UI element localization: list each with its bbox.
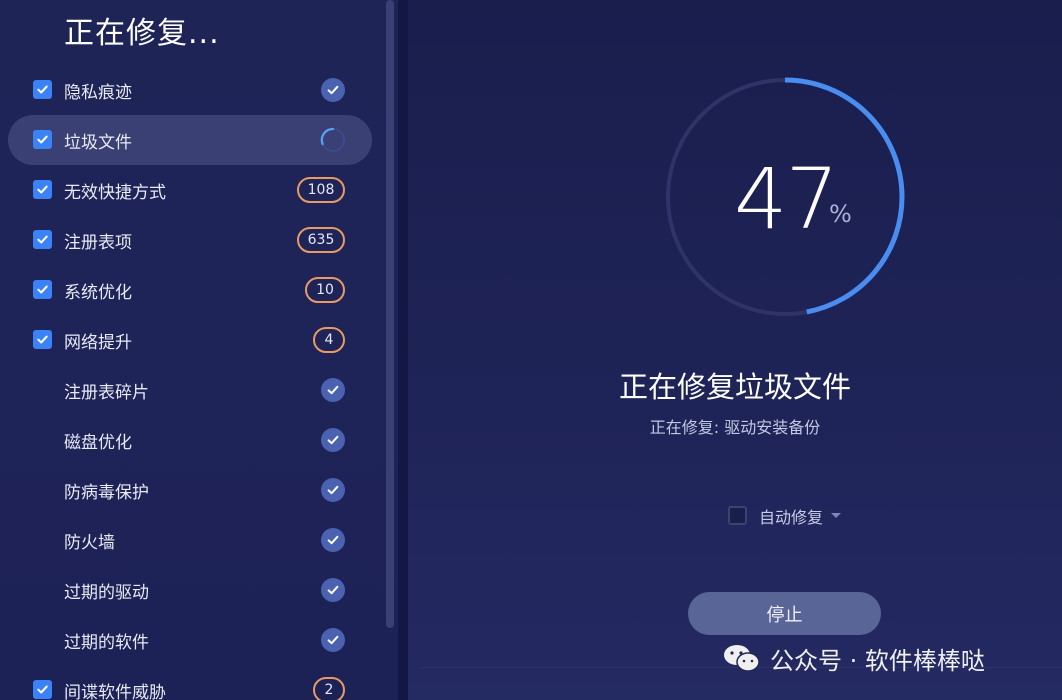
item-checkbox[interactable] bbox=[33, 680, 52, 699]
fix-item-label: 防火墙 bbox=[64, 533, 115, 553]
item-checkbox[interactable] bbox=[33, 230, 52, 249]
item-checkbox[interactable] bbox=[33, 330, 52, 349]
completed-check-icon bbox=[321, 478, 345, 502]
repair-status-subtitle: 正在修复: 驱动安装备份 bbox=[649, 418, 821, 437]
fix-item[interactable]: 防病毒保护 bbox=[8, 465, 372, 515]
fix-item-label: 过期的驱动 bbox=[64, 583, 149, 603]
issue-count-badge: 4 bbox=[313, 327, 345, 353]
fix-item[interactable]: 过期的软件 bbox=[8, 615, 372, 665]
completed-check-icon bbox=[321, 78, 345, 102]
stop-button[interactable]: 停止 bbox=[688, 592, 881, 635]
item-checkbox[interactable] bbox=[33, 130, 52, 149]
fix-item-label: 系统优化 bbox=[64, 283, 132, 303]
fix-item[interactable]: 磁盘优化 bbox=[8, 415, 372, 465]
fix-item-label: 注册表项 bbox=[64, 233, 132, 253]
fix-item-label: 过期的软件 bbox=[64, 633, 149, 653]
completed-check-icon bbox=[321, 428, 345, 452]
fix-item[interactable]: 注册表碎片 bbox=[8, 365, 372, 415]
completed-check-icon bbox=[321, 528, 345, 552]
fix-item-label: 隐私痕迹 bbox=[64, 83, 132, 103]
completed-check-icon bbox=[321, 628, 345, 652]
fix-item[interactable]: 间谍软件威胁 2 bbox=[8, 665, 372, 700]
fix-item[interactable]: 网络提升 4 bbox=[8, 315, 372, 365]
item-checkbox[interactable] bbox=[33, 80, 52, 99]
fix-item[interactable]: 隐私痕迹 bbox=[8, 65, 372, 115]
fix-list-panel: 正在修复... 隐私痕迹垃圾文件无效快捷方式 108 注册表项 635 系统优化 10 网络… bbox=[0, 0, 398, 700]
progress-percent-sign: % bbox=[829, 200, 852, 228]
wechat-icon bbox=[724, 645, 760, 672]
fix-item-label: 磁盘优化 bbox=[64, 433, 132, 453]
watermark: 公众号 · 软件棒棒哒 bbox=[722, 640, 985, 676]
fix-item-label: 垃圾文件 bbox=[64, 133, 132, 153]
fix-item[interactable]: 注册表项 635 bbox=[8, 215, 372, 265]
fix-item-label: 网络提升 bbox=[64, 333, 132, 353]
panel-title: 正在修复... bbox=[64, 16, 220, 51]
issue-count-badge: 635 bbox=[297, 227, 345, 253]
completed-check-icon bbox=[321, 378, 345, 402]
fix-item[interactable]: 垃圾文件 bbox=[8, 115, 372, 165]
panel-divider bbox=[398, 0, 408, 700]
fix-item[interactable]: 系统优化 10 bbox=[8, 265, 372, 315]
fix-item[interactable]: 过期的驱动 bbox=[8, 565, 372, 615]
auto-repair-label[interactable]: 自动修复 bbox=[759, 504, 823, 528]
scrollbar[interactable] bbox=[386, 0, 394, 628]
auto-repair-dropdown-icon[interactable] bbox=[831, 513, 841, 518]
fix-item[interactable]: 无效快捷方式 108 bbox=[8, 165, 372, 215]
issue-count-badge: 108 bbox=[297, 177, 345, 203]
auto-repair-checkbox[interactable] bbox=[728, 506, 747, 525]
watermark-text: 公众号 · 软件棒棒哒 bbox=[770, 646, 985, 675]
loading-spinner-icon bbox=[320, 127, 345, 152]
completed-check-icon bbox=[321, 578, 345, 602]
item-checkbox[interactable] bbox=[33, 180, 52, 199]
fix-item[interactable]: 防火墙 bbox=[8, 515, 372, 565]
fix-item-label: 注册表碎片 bbox=[64, 383, 149, 403]
fix-item-label: 无效快捷方式 bbox=[64, 183, 166, 203]
issue-count-badge: 10 bbox=[305, 277, 345, 303]
progress-percent: 47 bbox=[734, 150, 839, 248]
issue-count-badge: 2 bbox=[313, 677, 345, 700]
item-checkbox[interactable] bbox=[33, 280, 52, 299]
fix-item-label: 防病毒保护 bbox=[64, 483, 149, 503]
progress-panel: 47 % 正在修复垃圾文件 正在修复: 驱动安装备份 自动修复 停止 公众号 ·… bbox=[408, 0, 1062, 700]
fix-item-label: 间谍软件威胁 bbox=[64, 683, 166, 700]
repair-status-title: 正在修复垃圾文件 bbox=[618, 370, 851, 404]
